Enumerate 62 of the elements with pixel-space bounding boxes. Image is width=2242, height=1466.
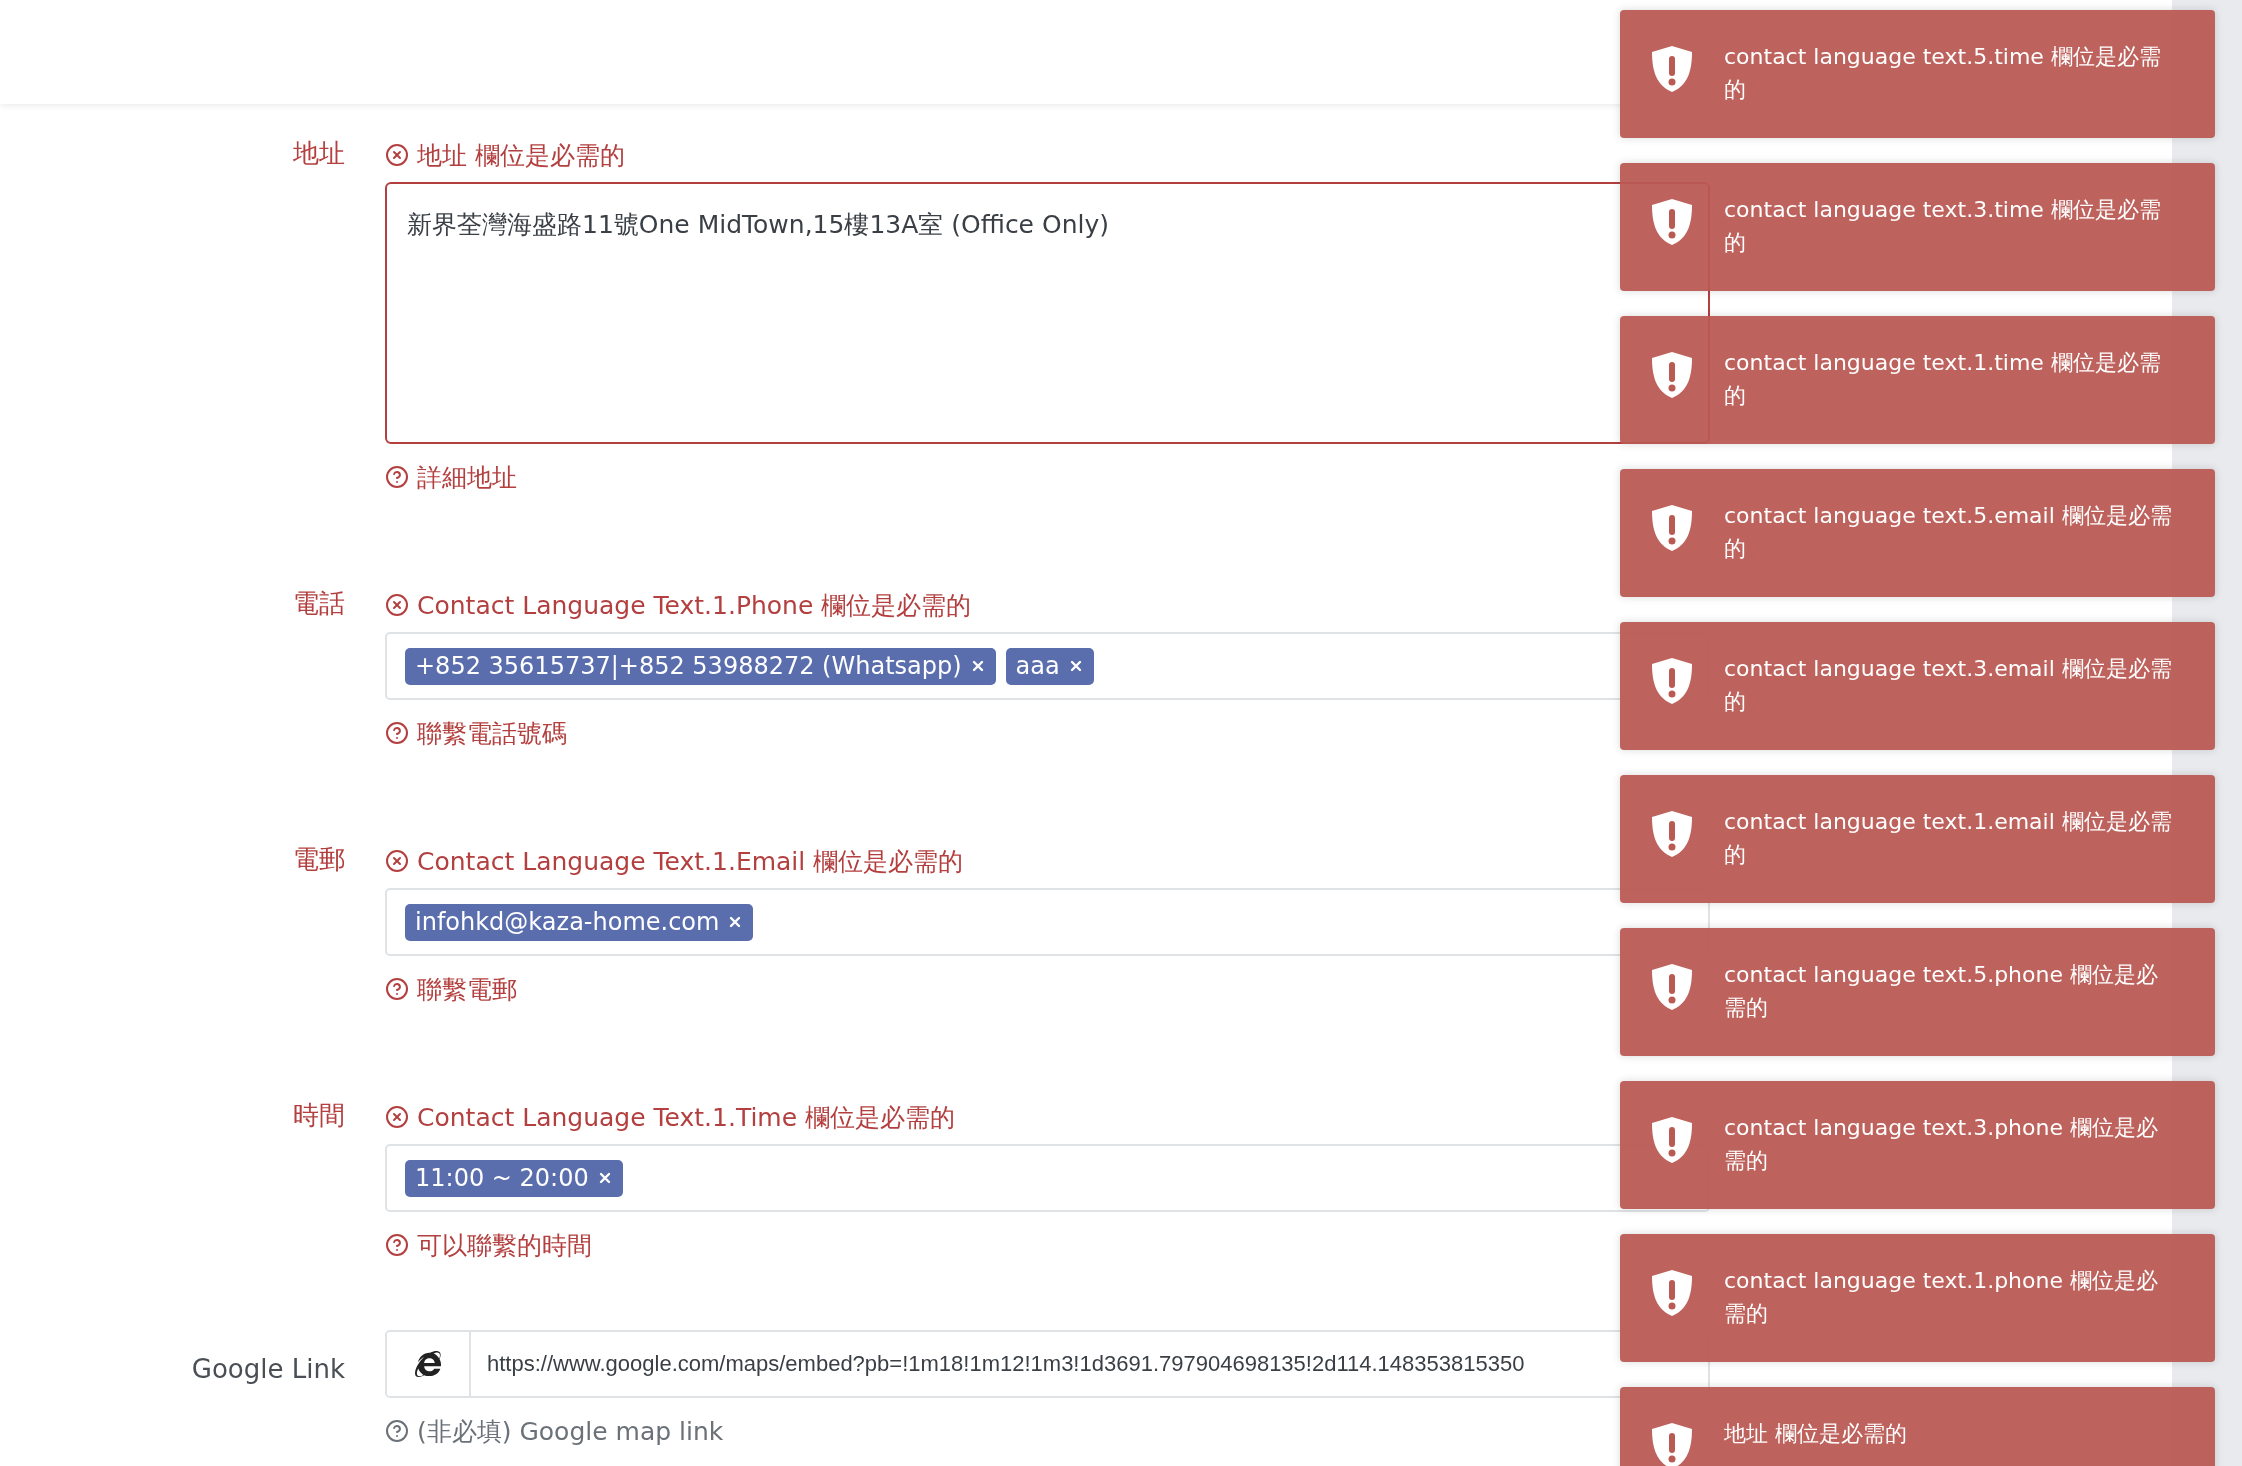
browser-e-icon (415, 1351, 441, 1377)
error-message: Contact Language Text.1.Time 欄位是必需的 (417, 1101, 956, 1134)
toast-message: contact language text.5.email 欄位是必需的 (1724, 502, 2173, 563)
warning-shield-icon (1650, 44, 1694, 94)
error-toast[interactable]: 地址 欄位是必需的 (1620, 1387, 2215, 1466)
toast-message: contact language text.5.time 欄位是必需的 (1724, 43, 2162, 104)
error-toast[interactable]: contact language text.3.email 欄位是必需的 (1620, 622, 2215, 750)
toast-message: contact language text.3.time 欄位是必需的 (1724, 196, 2162, 257)
warning-shield-icon (1650, 1421, 1694, 1466)
help-icon (385, 977, 409, 1001)
warning-shield-icon (1650, 962, 1694, 1012)
field-label: 電郵 (293, 843, 345, 876)
field-label: Google Link (191, 1353, 345, 1384)
error-toast[interactable]: contact language text.5.email 欄位是必需的 (1620, 469, 2215, 597)
warning-shield-icon (1650, 503, 1694, 553)
error-icon (385, 143, 409, 167)
error-message: 地址 欄位是必需的 (417, 139, 625, 172)
error-toast[interactable]: contact language text.3.time 欄位是必需的 (1620, 163, 2215, 291)
help-text: 聯繫電郵 (417, 973, 517, 1006)
error-toast[interactable]: contact language text.3.phone 欄位是必需的 (1620, 1081, 2215, 1209)
warning-shield-icon (1650, 656, 1694, 706)
remove-icon[interactable] (971, 659, 984, 672)
error-icon (385, 593, 409, 617)
tag: infohkd@kaza-home.com (405, 903, 754, 941)
toast-message: contact language text.1.email 欄位是必需的 (1724, 808, 2173, 869)
toast-message: contact language text.3.email 欄位是必需的 (1724, 655, 2173, 716)
error-toast[interactable]: contact language text.1.phone 欄位是必需的 (1620, 1234, 2215, 1362)
field-label: 電話 (293, 587, 345, 620)
help-text: (非必填) Google map link (417, 1415, 724, 1448)
toast-message: 地址 欄位是必需的 (1724, 1420, 1907, 1448)
error-message: Contact Language Text.1.Phone 欄位是必需的 (417, 589, 972, 622)
remove-icon[interactable] (1069, 659, 1082, 672)
help-text: 詳細地址 (417, 461, 517, 494)
error-icon (385, 849, 409, 873)
toast-message: contact language text.1.time 欄位是必需的 (1724, 349, 2162, 410)
error-icon (385, 1105, 409, 1129)
help-text: 聯繫電話號碼 (417, 717, 567, 750)
help-icon (385, 1419, 409, 1443)
error-toast[interactable]: contact language text.1.time 欄位是必需的 (1620, 316, 2215, 444)
toast-message: contact language text.5.phone 欄位是必需的 (1724, 961, 2159, 1022)
warning-shield-icon (1650, 350, 1694, 400)
error-toast[interactable]: contact language text.1.email 欄位是必需的 (1620, 775, 2215, 903)
toast-message: contact language text.3.phone 欄位是必需的 (1724, 1114, 2159, 1175)
warning-shield-icon (1650, 1115, 1694, 1165)
help-text: 可以聯繫的時間 (417, 1229, 592, 1262)
help-icon (385, 1233, 409, 1257)
tag: 11:00 ~ 20:00 (405, 1159, 623, 1197)
error-toast[interactable]: contact language text.5.phone 欄位是必需的 (1620, 928, 2215, 1056)
tag: +852 35615737|+852 53988272 (Whatsapp) (405, 647, 996, 685)
help-icon (385, 721, 409, 745)
warning-shield-icon (1650, 809, 1694, 859)
error-toast[interactable]: contact language text.5.time 欄位是必需的 (1620, 10, 2215, 138)
field-label: 時間 (293, 1099, 345, 1132)
warning-shield-icon (1650, 197, 1694, 247)
field-label: 地址 (293, 137, 345, 170)
warning-shield-icon (1650, 1268, 1694, 1318)
error-message: Contact Language Text.1.Email 欄位是必需的 (417, 845, 964, 878)
toast-message: contact language text.1.phone 欄位是必需的 (1724, 1267, 2159, 1328)
remove-icon[interactable] (598, 1171, 611, 1184)
help-icon (385, 465, 409, 489)
remove-icon[interactable] (729, 915, 742, 928)
tag: aaa (1005, 647, 1094, 685)
